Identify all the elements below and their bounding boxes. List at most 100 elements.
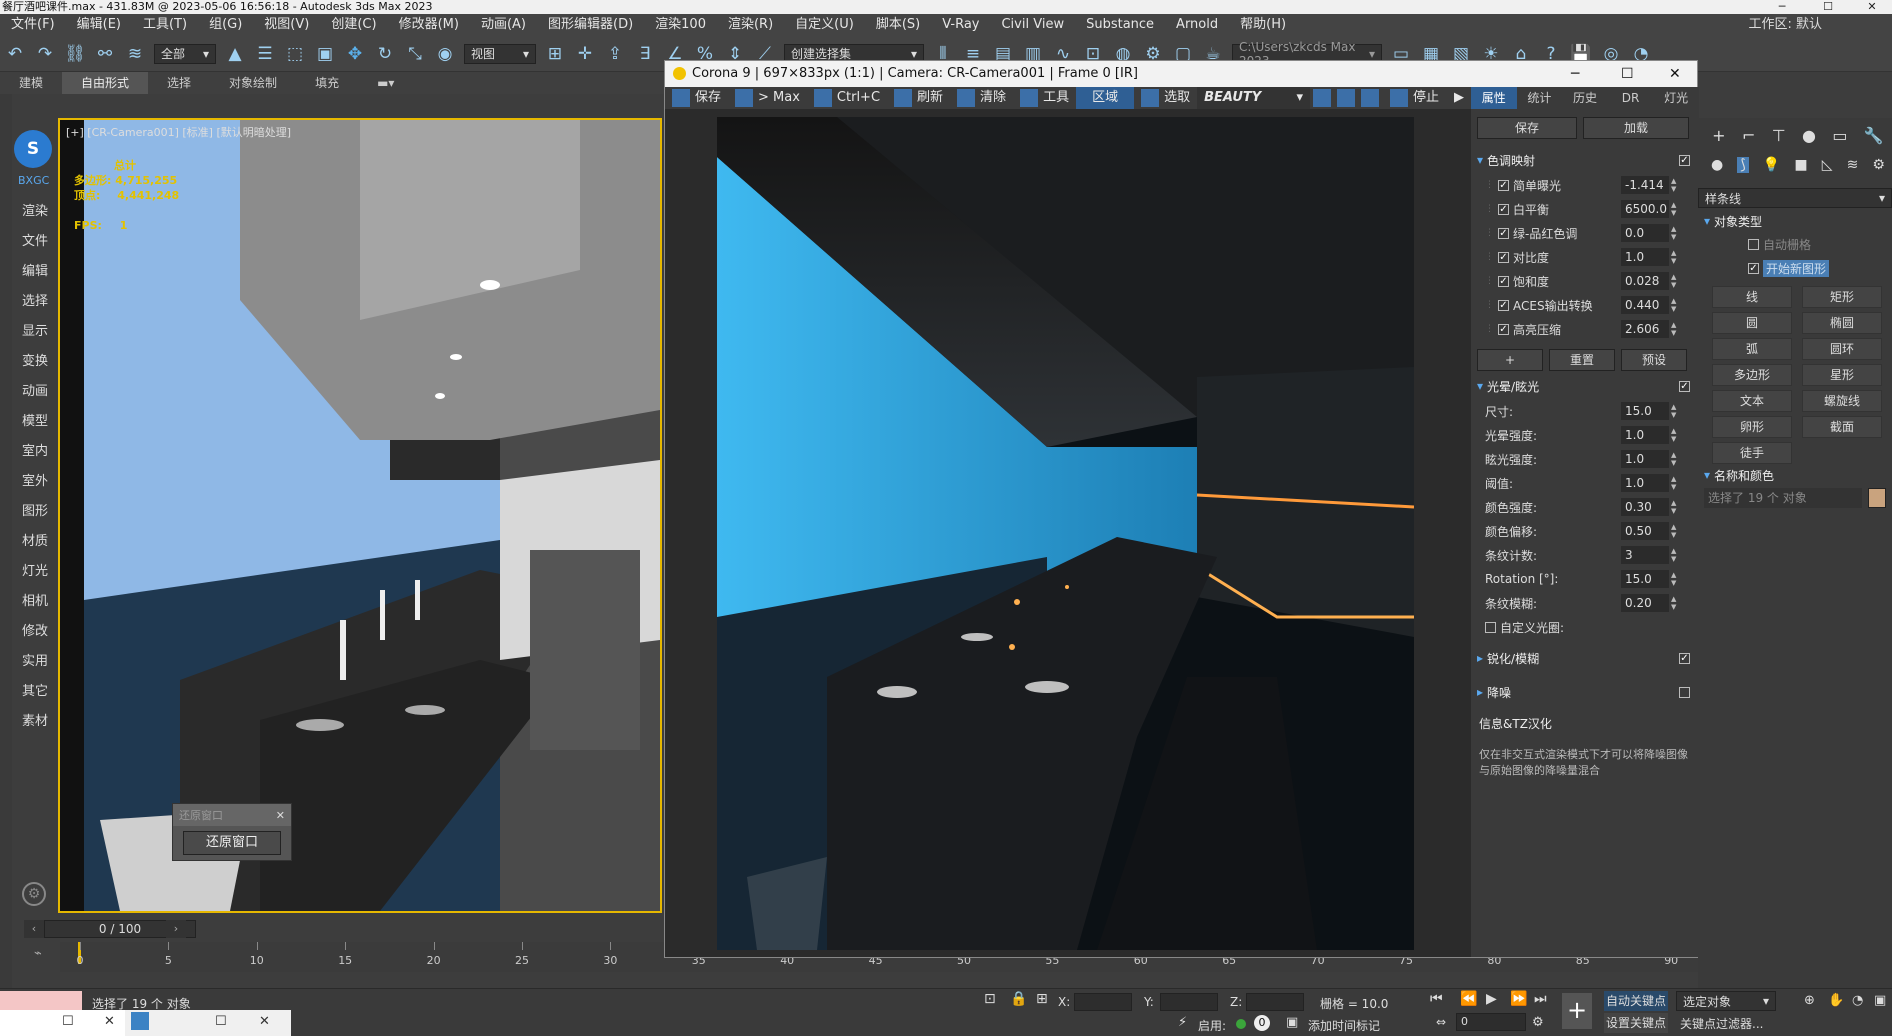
menu-item[interactable]: Substance — [1075, 14, 1165, 36]
key-mode-icon[interactable]: ⇔ — [1436, 1015, 1446, 1029]
spinner-icon[interactable]: ▲ ▼ — [1671, 297, 1681, 313]
selection-filter-dropdown[interactable]: 全部 ▾ — [154, 43, 216, 64]
start-new-checkbox[interactable]: ✓ — [1748, 262, 1759, 274]
sharpen-section[interactable]: ▸ 锐化/模糊 ✓ — [1471, 647, 1699, 669]
rect-selection-icon[interactable]: ⬚ — [282, 41, 308, 67]
goto-start-icon[interactable]: ⏮ — [1430, 991, 1443, 1007]
link-icon[interactable]: ⛓ — [62, 41, 88, 67]
bloom-value-field[interactable]: 15.0 — [1621, 402, 1669, 420]
bloom-value-field[interactable]: 1.0 — [1621, 450, 1669, 468]
shape-button[interactable]: 线 — [1712, 286, 1792, 308]
restore-window-button[interactable]: 还原窗口 — [183, 831, 281, 855]
shape-type-dropdown[interactable]: 样条线 ▾ — [1698, 188, 1892, 208]
play-icon[interactable]: ▶ — [1486, 991, 1497, 1007]
bloom-value-field[interactable]: 1.0 — [1621, 474, 1669, 492]
left-nav-item[interactable]: 素材 — [12, 707, 58, 737]
enable-checkbox[interactable]: ✓ — [1498, 227, 1509, 239]
spinner-icon[interactable]: ▲ ▼ — [1671, 321, 1681, 337]
keyboard-shortcut-icon[interactable]: ⇪ — [602, 41, 628, 67]
close-icon[interactable]: ✕ — [276, 809, 285, 822]
time-tag-icon[interactable]: ▣ — [1286, 1015, 1298, 1030]
reset-button[interactable]: 重置 — [1549, 349, 1615, 371]
panel-save-button[interactable]: 保存 — [1477, 117, 1577, 139]
menu-item[interactable]: 视图(V) — [253, 14, 320, 36]
name-color-section[interactable]: ▾ 名称和颜色 — [1698, 464, 1892, 486]
bloom-value-field[interactable]: 3 — [1621, 546, 1669, 564]
object-name-field[interactable]: 选择了 19 个 对象 — [1704, 488, 1862, 508]
spinner-icon[interactable]: ▲ ▼ — [1671, 249, 1681, 265]
reference-coord-dropdown[interactable]: 视图 ▾ — [464, 43, 536, 64]
menu-item[interactable]: 渲染(R) — [717, 14, 784, 36]
ribbon-tab[interactable]: 填充 — [296, 72, 358, 94]
goto-end-icon[interactable]: ⏭ — [1534, 991, 1547, 1007]
motion-tab-icon[interactable]: ● — [1802, 126, 1816, 145]
shape-button[interactable]: 星形 — [1802, 364, 1882, 386]
clear-button[interactable]: 清除 — [950, 87, 1013, 109]
pick-button[interactable]: 选取 — [1134, 87, 1197, 109]
spinner-icon[interactable]: ▲ ▼ — [1671, 523, 1681, 539]
left-nav-item[interactable]: 选择 — [12, 287, 58, 317]
lock-icon[interactable]: 🔒 — [1010, 991, 1027, 1007]
menu-item[interactable]: 编辑(E) — [66, 14, 132, 36]
spinner-icon[interactable]: ▲ ▼ — [1671, 427, 1681, 443]
undo-icon[interactable]: ↶ — [2, 41, 28, 67]
tonemap-value-field[interactable]: 0.0 — [1621, 224, 1669, 242]
display-tab-icon[interactable]: ▭ — [1832, 126, 1847, 145]
bxgc-logo-icon[interactable]: S — [14, 130, 52, 168]
key-filter-button[interactable]: 关键点过滤器... — [1680, 1015, 1763, 1032]
left-nav-item[interactable]: 相机 — [12, 587, 58, 617]
enable-checkbox[interactable]: ✓ — [1498, 203, 1509, 215]
spinner-icon[interactable]: ▲ ▼ — [1671, 571, 1681, 587]
ribbon-tab[interactable]: 自由形式 — [62, 72, 149, 94]
tonemap-value-field[interactable]: -1.414 — [1621, 176, 1669, 194]
shape-button[interactable]: 弧 — [1712, 338, 1792, 360]
create-tab-icon[interactable]: + — [1712, 126, 1725, 145]
render-play-icon[interactable]: ▶ — [1447, 87, 1471, 109]
maximize-viewport-icon[interactable]: ▣ — [1874, 993, 1886, 1008]
spinner-icon[interactable]: ▲ ▼ — [1671, 451, 1681, 467]
pan-icon[interactable]: ✋ — [1828, 993, 1844, 1008]
left-nav-item[interactable]: 材质 — [12, 527, 58, 557]
add-operator-button[interactable]: + — [1477, 349, 1543, 371]
drag-handle-icon[interactable]: ⋮ — [1485, 180, 1494, 190]
menu-item[interactable]: 渲染100 — [644, 14, 717, 36]
object-type-section[interactable]: ▾ 对象类型 — [1698, 210, 1892, 232]
spinner-icon[interactable]: ▲ ▼ — [1671, 225, 1681, 241]
workspace-label[interactable]: 工作区: 默认 — [1748, 14, 1822, 36]
menu-item[interactable]: 脚本(S) — [865, 14, 931, 36]
z-coordinate-field[interactable] — [1246, 993, 1304, 1011]
menu-item[interactable]: 创建(C) — [320, 14, 387, 36]
next-frame-arrow-icon[interactable]: › — [166, 920, 186, 938]
left-nav-item[interactable]: 室内 — [12, 437, 58, 467]
custom-aperture-checkbox[interactable] — [1485, 621, 1496, 633]
shape-button[interactable]: 徒手 — [1712, 442, 1792, 464]
modify-tab-icon[interactable]: ⌐ — [1742, 126, 1755, 145]
ribbon-tab[interactable]: 选择 — [148, 72, 210, 94]
prev-key-icon[interactable]: ⏪ — [1460, 991, 1477, 1007]
helpers-icon[interactable]: ◺ — [1822, 157, 1833, 173]
denoise-section[interactable]: ▸ 降噪 — [1471, 681, 1699, 703]
y-coordinate-field[interactable] — [1160, 993, 1218, 1011]
bloom-enable-checkbox[interactable]: ✓ — [1679, 380, 1690, 392]
shape-button[interactable]: 截面 — [1802, 416, 1882, 438]
spinner-icon[interactable]: ▲ ▼ — [1671, 403, 1681, 419]
tonemap-value-field[interactable]: 1.0 — [1621, 248, 1669, 266]
unlink-icon[interactable]: ⚯ — [92, 41, 118, 67]
drag-handle-icon[interactable]: ⋮ — [1485, 204, 1494, 214]
sharpen-checkbox[interactable]: ✓ — [1679, 652, 1690, 664]
add-time-tag-icon[interactable]: ⚡ — [1178, 1015, 1187, 1030]
orbit-view-icon[interactable]: ◔ — [1852, 993, 1863, 1008]
viewport-frame[interactable] — [58, 118, 662, 913]
maximize-button[interactable]: ☐ — [1808, 0, 1848, 14]
shape-button[interactable]: 圆环 — [1802, 338, 1882, 360]
ribbon-tab[interactable]: 对象绘制 — [210, 72, 296, 94]
menu-item[interactable]: 文件(F) — [0, 14, 66, 36]
spinner-icon[interactable]: ▲ ▼ — [1671, 595, 1681, 611]
shape-button[interactable]: 螺旋线 — [1802, 390, 1882, 412]
left-nav-item[interactable]: 变换 — [12, 347, 58, 377]
zero-toggle-icon[interactable]: 0 — [1254, 1015, 1270, 1031]
tonemap-value-field[interactable]: 0.028 — [1621, 272, 1669, 290]
enable-checkbox[interactable]: ✓ — [1498, 275, 1509, 287]
auto-key-button[interactable]: 自动关键点 — [1604, 991, 1668, 1011]
pivot-icon[interactable]: ⊞ — [542, 41, 568, 67]
